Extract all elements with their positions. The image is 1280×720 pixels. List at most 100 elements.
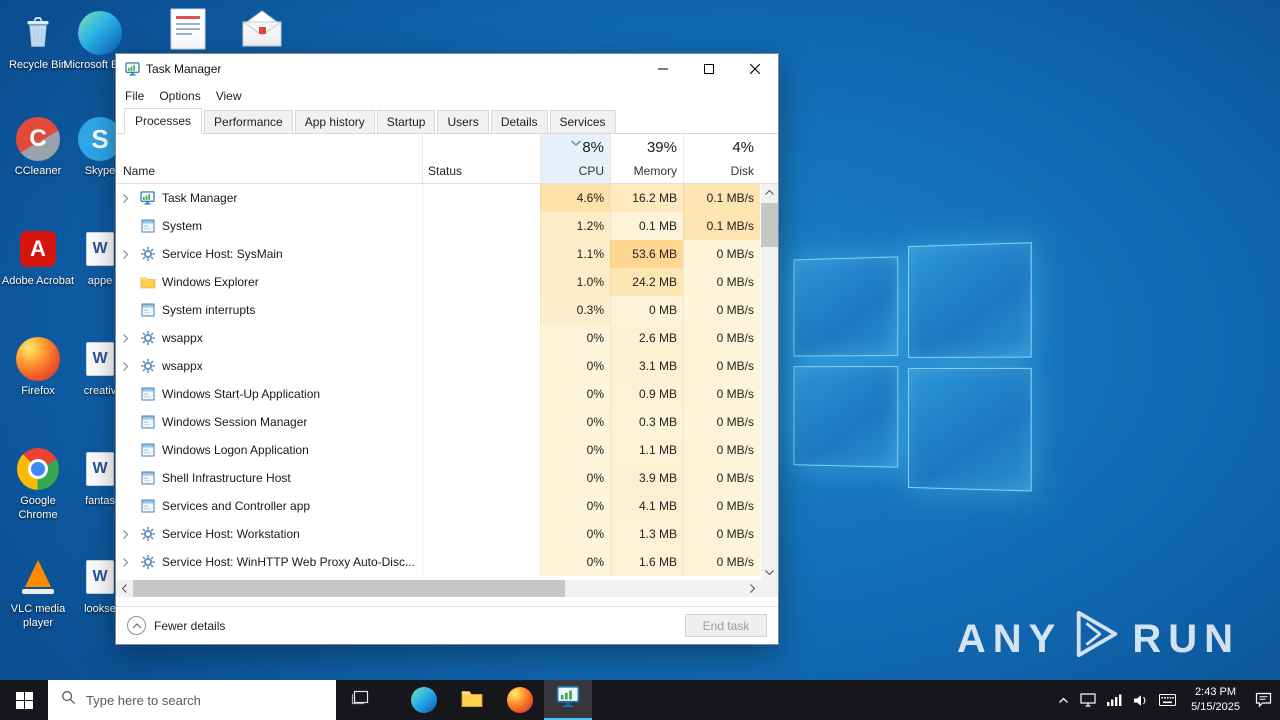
- menu-file[interactable]: File: [125, 89, 153, 103]
- process-row[interactable]: Windows Session Manager0%0.3 MB0 MB/s: [116, 408, 778, 436]
- column-header-cpu[interactable]: 8% CPU: [540, 134, 610, 183]
- expand-chevron-icon[interactable]: [122, 333, 133, 344]
- gear-icon: [139, 247, 156, 261]
- process-row[interactable]: Windows Logon Application0%1.1 MB0 MB/s: [116, 436, 778, 464]
- process-name-cell[interactable]: wsappx: [116, 324, 422, 352]
- expand-chevron-icon[interactable]: [122, 529, 133, 540]
- scroll-up-arrow-icon[interactable]: [761, 184, 778, 200]
- menu-options[interactable]: Options: [159, 89, 209, 103]
- process-cpu-cell: 1.1%: [540, 240, 610, 268]
- process-row[interactable]: Task Manager4.6%16.2 MB0.1 MB/s: [116, 184, 778, 212]
- tab-users[interactable]: Users: [437, 110, 488, 133]
- taskbar-edge-button[interactable]: [400, 680, 448, 720]
- process-status-cell: [422, 520, 540, 548]
- search-input[interactable]: Type here to search: [48, 680, 336, 720]
- disk-total-percent: 4%: [732, 139, 754, 156]
- file-explorer-icon: [460, 688, 484, 713]
- process-status-cell: [422, 436, 540, 464]
- process-row[interactable]: Service Host: Workstation0%1.3 MB0 MB/s: [116, 520, 778, 548]
- taskbar-file-explorer-button[interactable]: [448, 680, 496, 720]
- taskbar-firefox-button[interactable]: [496, 680, 544, 720]
- process-cpu-cell: 0%: [540, 492, 610, 520]
- tab-processes[interactable]: Processes: [124, 108, 202, 134]
- hidden-icons-tray-chevron-up-icon[interactable]: [1058, 697, 1069, 704]
- desktop-icon-envelope[interactable]: [224, 6, 300, 55]
- window-icon: [139, 303, 156, 317]
- taskbar-task-manager-button[interactable]: [544, 680, 592, 720]
- process-name-cell[interactable]: Service Host: SysMain: [116, 240, 422, 268]
- tab-services[interactable]: Services: [550, 110, 616, 133]
- process-row[interactable]: System1.2%0.1 MB0.1 MB/s: [116, 212, 778, 240]
- process-name-cell[interactable]: System interrupts: [116, 296, 422, 324]
- wallpaper-pane: [793, 256, 898, 356]
- document-icon: [150, 6, 226, 52]
- process-name-cell[interactable]: Task Manager: [116, 184, 422, 212]
- maximize-button[interactable]: [686, 54, 732, 84]
- tab-startup[interactable]: Startup: [377, 110, 436, 133]
- process-name-cell[interactable]: Services and Controller app: [116, 492, 422, 520]
- end-task-button[interactable]: End task: [685, 614, 767, 637]
- gear-icon: [139, 331, 156, 345]
- horizontal-scroll-thumb[interactable]: [133, 580, 565, 597]
- tab-details[interactable]: Details: [491, 110, 548, 133]
- process-name-cell[interactable]: Shell Infrastructure Host: [116, 464, 422, 492]
- process-row[interactable]: Services and Controller app0%4.1 MB0 MB/…: [116, 492, 778, 520]
- expand-chevron-icon[interactable]: [122, 557, 133, 568]
- expand-chevron-icon[interactable]: [122, 249, 133, 260]
- tab-performance[interactable]: Performance: [204, 110, 293, 133]
- process-row[interactable]: wsappx0%3.1 MB0 MB/s: [116, 352, 778, 380]
- taskbar-task-view-button[interactable]: [336, 680, 384, 720]
- desktop-icon-document[interactable]: [150, 6, 226, 55]
- process-status-cell: [422, 548, 540, 576]
- process-cpu-cell: 0%: [540, 436, 610, 464]
- process-row[interactable]: Windows Explorer1.0%24.2 MB0 MB/s: [116, 268, 778, 296]
- horizontal-scrollbar[interactable]: [116, 580, 778, 597]
- scroll-right-arrow-icon[interactable]: [744, 580, 761, 597]
- process-name-cell[interactable]: Windows Session Manager: [116, 408, 422, 436]
- process-memory-cell: 0.9 MB: [610, 380, 683, 408]
- horizontal-scroll-track[interactable]: [133, 580, 744, 597]
- process-name-cell[interactable]: Service Host: WinHTTP Web Proxy Auto-Dis…: [116, 548, 422, 576]
- process-cpu-cell: 0%: [540, 520, 610, 548]
- scroll-down-arrow-icon[interactable]: [761, 564, 778, 580]
- process-row[interactable]: Shell Infrastructure Host0%3.9 MB0 MB/s: [116, 464, 778, 492]
- window-icon: [139, 443, 156, 457]
- volume-tray-speaker-icon[interactable]: [1133, 694, 1148, 707]
- process-row[interactable]: Service Host: SysMain1.1%53.6 MB0 MB/s: [116, 240, 778, 268]
- action-center-button[interactable]: [1255, 692, 1272, 708]
- task-manager-icon: [556, 685, 580, 713]
- vertical-scrollbar[interactable]: [761, 184, 778, 580]
- wallpaper-pane: [793, 366, 898, 468]
- title-bar[interactable]: Task Manager: [116, 54, 778, 84]
- process-name-cell[interactable]: Service Host: Workstation: [116, 520, 422, 548]
- column-header-disk[interactable]: 4% Disk: [683, 134, 760, 183]
- process-row[interactable]: wsappx0%2.6 MB0 MB/s: [116, 324, 778, 352]
- process-name-cell[interactable]: Windows Explorer: [116, 268, 422, 296]
- column-header-memory[interactable]: 39% Memory: [610, 134, 683, 183]
- fewer-details-button[interactable]: Fewer details: [127, 616, 225, 635]
- network-tray-network-icon[interactable]: [1107, 694, 1122, 706]
- start-button[interactable]: [0, 680, 48, 720]
- scroll-left-arrow-icon[interactable]: [116, 580, 133, 597]
- touch-keyboard-tray-keyboard-icon[interactable]: [1159, 694, 1176, 706]
- tab-app-history[interactable]: App history: [295, 110, 375, 133]
- column-header-name[interactable]: Name: [116, 134, 422, 183]
- vertical-scroll-thumb[interactable]: [761, 203, 778, 247]
- menu-view[interactable]: View: [216, 89, 251, 103]
- process-disk-cell: 0 MB/s: [683, 352, 760, 380]
- process-status-cell: [422, 240, 540, 268]
- process-row[interactable]: Windows Start-Up Application0%0.9 MB0 MB…: [116, 380, 778, 408]
- process-row[interactable]: Service Host: WinHTTP Web Proxy Auto-Dis…: [116, 548, 778, 576]
- expand-chevron-icon[interactable]: [122, 193, 133, 204]
- expand-chevron-icon[interactable]: [122, 361, 133, 372]
- process-name-cell[interactable]: Windows Logon Application: [116, 436, 422, 464]
- taskbar-clock[interactable]: 2:43 PM 5/15/2025: [1187, 685, 1244, 715]
- column-header-status[interactable]: Status: [422, 134, 540, 183]
- process-row[interactable]: System interrupts0.3%0 MB0 MB/s: [116, 296, 778, 324]
- process-name-cell[interactable]: wsappx: [116, 352, 422, 380]
- display-tray-monitor-icon[interactable]: [1080, 693, 1096, 707]
- close-button[interactable]: [732, 54, 778, 84]
- process-name-cell[interactable]: System: [116, 212, 422, 240]
- minimize-button[interactable]: [640, 54, 686, 84]
- process-name-cell[interactable]: Windows Start-Up Application: [116, 380, 422, 408]
